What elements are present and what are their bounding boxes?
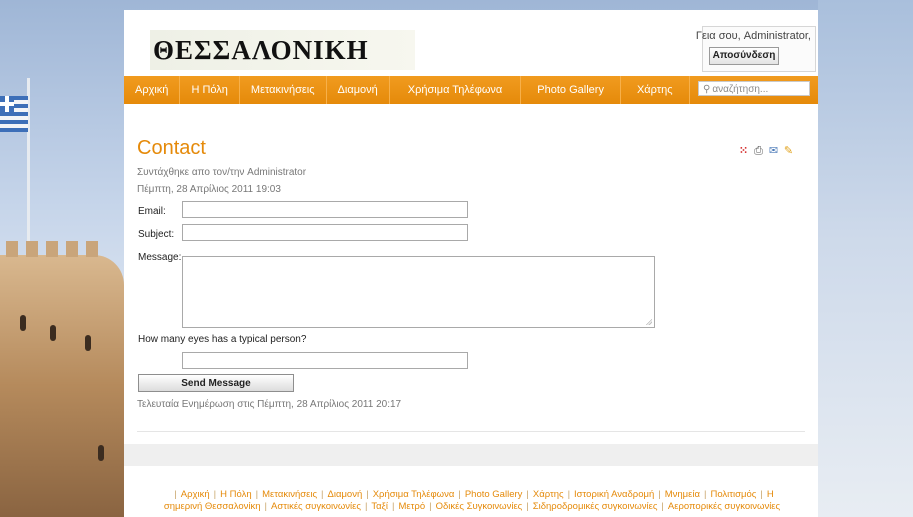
footer-link[interactable]: Η — [767, 489, 774, 500]
footer-link[interactable]: Χάρτης — [533, 489, 564, 500]
article-title: Contact — [137, 137, 206, 159]
email-field[interactable] — [182, 201, 468, 218]
last-updated: Τελευταία Ενημέρωση στις Πέμπτη, 28 Απρί… — [137, 399, 402, 410]
user-box: Γεια σου, Administrator, Αποσύνδεση — [696, 26, 816, 72]
footer-link[interactable]: Η Πόλη — [220, 489, 252, 500]
article-author: Συντάχθηκε απο τον/την Administrator — [137, 167, 307, 178]
footer-link[interactable]: Οδικές Συγκοινωνίες — [436, 501, 523, 512]
nav-item-phones[interactable]: Χρήσιμα Τηλέφωνα — [390, 76, 522, 104]
footer-link[interactable]: Μνημεία — [665, 489, 700, 500]
footer-links: | Αρχική | Η Πόλη | Μετακινήσεις | Διαμονή | Χρήσ… — [130, 489, 814, 513]
page-container: ΘΕΣΣΑΛΟΝΙΚΗ Γεια σου, Administrator, Απο… — [124, 10, 818, 517]
nav-item-home[interactable]: Αρχική — [124, 76, 181, 104]
white-tower-image — [0, 241, 124, 517]
pdf-icon[interactable]: ⁙ — [738, 145, 749, 157]
edit-icon[interactable]: ✎ — [783, 145, 794, 157]
site-logo[interactable]: ΘΕΣΣΑΛΟΝΙΚΗ — [150, 30, 415, 70]
site-header: ΘΕΣΣΑΛΟΝΙΚΗ Γεια σου, Administrator, Απο… — [124, 10, 818, 76]
email-icon[interactable]: ✉ — [768, 145, 779, 157]
footer-link[interactable]: Αρχική — [181, 489, 210, 500]
logout-button[interactable]: Αποσύνδεση — [709, 47, 779, 65]
footer-link[interactable]: Χρήσιμα Τηλέφωνα — [373, 489, 455, 500]
nav-item-map[interactable]: Χάρτης — [621, 76, 690, 104]
message-label: Message: — [138, 252, 182, 263]
footer-link[interactable]: Μετακινήσεις — [262, 489, 317, 500]
footer-link[interactable]: σημερινή Θεσσαλονίκη — [164, 501, 261, 512]
content-footer-band — [124, 444, 818, 466]
footer-line-2: σημερινή Θεσσαλονίκη | Αστικές συγκοινωνίε… — [163, 501, 781, 512]
subject-field[interactable] — [182, 224, 468, 241]
footer-link[interactable]: Ταξί — [371, 501, 388, 512]
footer-link[interactable]: Μετρό — [399, 501, 426, 512]
background-sky-right — [818, 0, 913, 517]
article-date: Πέμπτη, 28 Απρίλιος 2011 19:03 — [137, 184, 281, 195]
user-greeting: Γεια σου, Administrator, — [695, 30, 811, 42]
main-nav: Αρχική Η Πόλη Μετακινήσεις Διαμονή Χρήσι… — [124, 76, 818, 104]
greek-flag-cross — [0, 96, 14, 112]
sub-bar — [124, 104, 818, 129]
footer-link[interactable]: Photo Gallery — [465, 489, 523, 500]
print-icon[interactable]: ⎙ — [753, 145, 764, 157]
footer-link[interactable]: Σιδηροδρομικές συγκοινωνίες — [533, 501, 658, 512]
nav-item-city[interactable]: Η Πόλη — [180, 76, 240, 104]
message-field[interactable] — [182, 256, 655, 328]
article-tools: ⁙ ⎙ ✉ ✎ — [738, 145, 794, 157]
search-icon: ⚲ — [703, 84, 711, 95]
captcha-question: How many eyes has a typical person? — [138, 334, 307, 345]
footer-link[interactable]: Διαμονή — [328, 489, 363, 500]
footer-link[interactable]: Αεροπορικές συγκοινωνίες — [668, 501, 780, 512]
nav-item-accommodation[interactable]: Διαμονή — [327, 76, 390, 104]
email-label: Email: — [138, 206, 166, 217]
nav-item-photo-gallery[interactable]: Photo Gallery — [521, 76, 621, 104]
footer-link[interactable]: Ιστορική Αναδρομή — [574, 489, 654, 500]
article-content: Contact Συντάχθηκε απο τον/την Administr… — [124, 128, 818, 444]
send-message-button[interactable]: Send Message — [138, 374, 294, 392]
nav-item-transport[interactable]: Μετακινήσεις — [240, 76, 327, 104]
search-input[interactable]: ⚲ αναζήτηση... — [698, 81, 810, 96]
footer-link[interactable]: Αστικές συγκοινωνίες — [271, 501, 361, 512]
footer-line-1: | Αρχική | Η Πόλη | Μετακινήσεις | Διαμονή | Χρήσ… — [174, 489, 774, 500]
search-placeholder: αναζήτηση... — [712, 84, 769, 95]
site-footer: | Αρχική | Η Πόλη | Μετακινήσεις | Διαμονή | Χρήσ… — [124, 466, 818, 517]
captcha-answer-field[interactable] — [182, 352, 468, 369]
subject-label: Subject: — [138, 229, 175, 240]
footer-link[interactable]: Πολιτισμός — [710, 489, 756, 500]
divider — [137, 431, 805, 432]
